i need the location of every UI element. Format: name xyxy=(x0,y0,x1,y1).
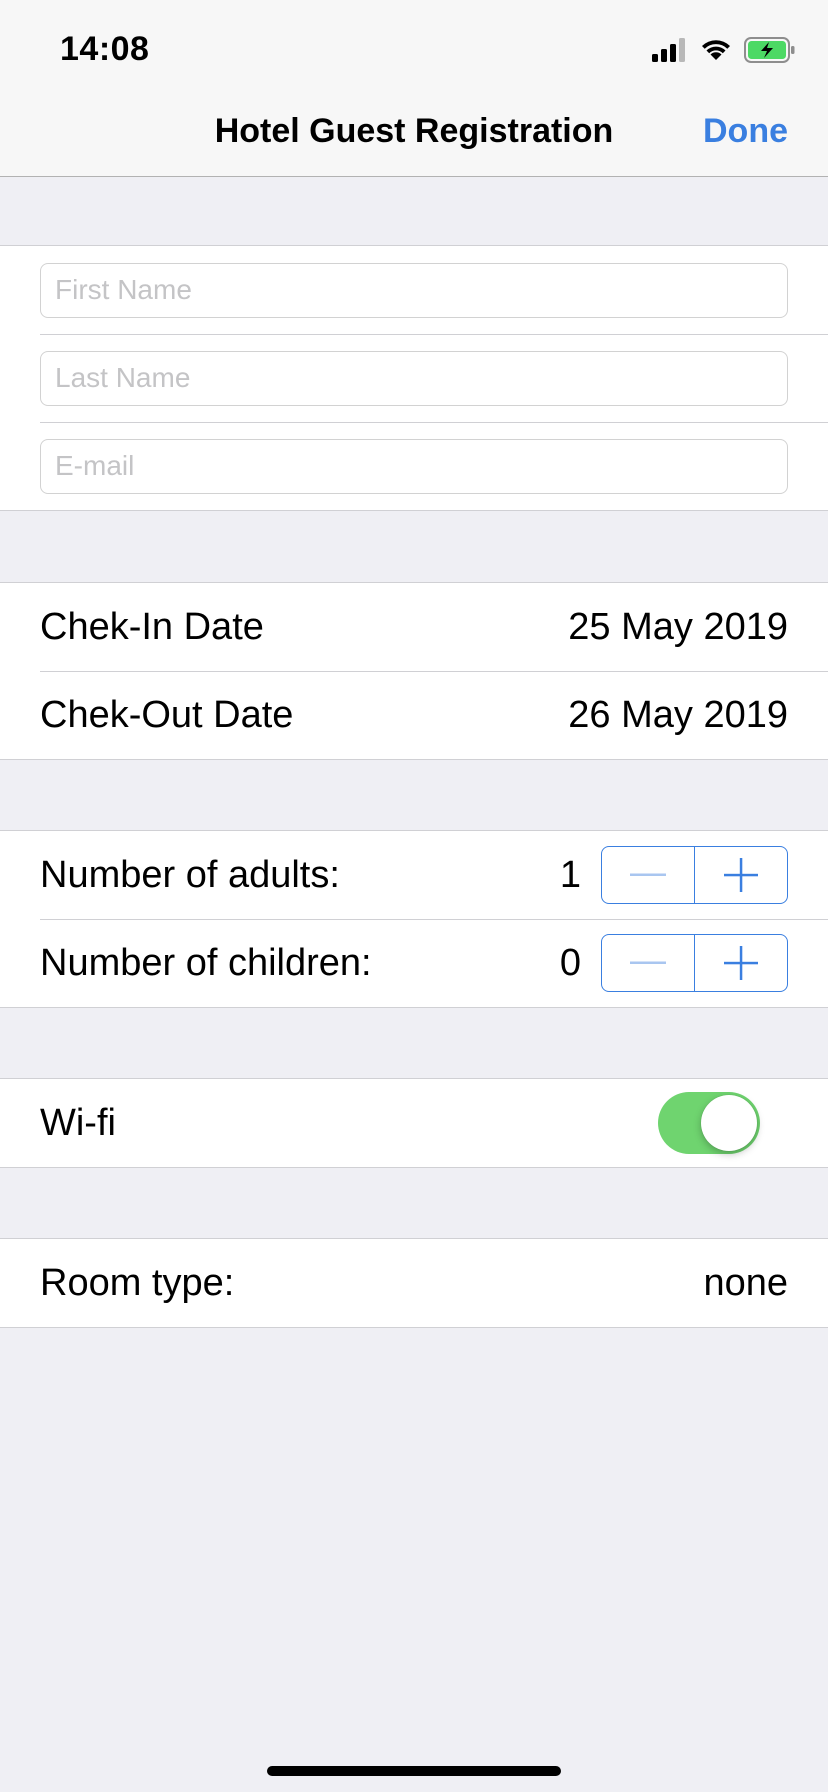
last-name-field[interactable] xyxy=(40,350,788,406)
check-out-row[interactable]: Chek-Out Date 26 May 2019 xyxy=(0,671,828,759)
adults-row: Number of adults: 1 xyxy=(0,831,828,919)
status-bar: 14:08 xyxy=(0,0,828,92)
check-in-value: 25 May 2019 xyxy=(568,605,788,648)
first-name-field[interactable] xyxy=(40,262,788,318)
battery-charging-icon xyxy=(744,37,795,63)
room-type-value: none xyxy=(703,1261,788,1304)
first-name-row xyxy=(0,246,828,334)
wifi-label: Wi-fi xyxy=(40,1101,116,1144)
done-button[interactable]: Done xyxy=(703,112,788,151)
home-indicator[interactable] xyxy=(267,1766,561,1776)
children-count: 0 xyxy=(559,941,581,984)
wifi-icon xyxy=(702,40,730,60)
screen: 14:08 Hotel Guest Registration Done Firs… xyxy=(0,0,828,1792)
adults-count: 1 xyxy=(559,853,581,896)
status-time: 14:08 xyxy=(60,30,150,68)
check-out-value: 26 May 2019 xyxy=(568,693,788,736)
email-row xyxy=(0,422,828,510)
navigation-bar: Hotel Guest Registration Done xyxy=(0,92,828,177)
last-name-row xyxy=(0,334,828,422)
status-icons xyxy=(652,36,796,64)
room-type-row[interactable]: Room type: none xyxy=(0,1239,828,1327)
minus-icon xyxy=(630,873,666,876)
children-row: Number of children: 0 xyxy=(0,919,828,1007)
dates-section: Chek-In Date 25 May 2019 Chek-Out Date 2… xyxy=(0,582,828,760)
room-type-label: Room type: xyxy=(40,1261,235,1304)
minus-icon xyxy=(630,961,666,964)
signal-icon xyxy=(652,38,685,62)
page-title-text: Hotel Guest Registration xyxy=(214,112,614,150)
adults-decrement-button[interactable] xyxy=(602,847,694,903)
plus-icon xyxy=(724,946,758,980)
adults-stepper xyxy=(601,846,788,904)
adults-increment-button[interactable] xyxy=(694,847,787,903)
children-stepper xyxy=(601,934,788,992)
email-field[interactable] xyxy=(40,438,788,494)
check-out-label: Chek-Out Date xyxy=(40,693,294,736)
check-in-label: Chek-In Date xyxy=(40,605,264,648)
children-increment-button[interactable] xyxy=(694,935,787,991)
children-decrement-button[interactable] xyxy=(602,935,694,991)
children-label: Number of children: xyxy=(40,941,372,984)
room-type-section: Room type: none xyxy=(0,1238,828,1328)
wifi-section: Wi-fi xyxy=(0,1078,828,1168)
wifi-row: Wi-fi xyxy=(0,1079,828,1167)
wifi-toggle[interactable] xyxy=(658,1092,760,1154)
check-in-row[interactable]: Chek-In Date 25 May 2019 xyxy=(0,583,828,671)
plus-icon xyxy=(724,858,758,892)
guest-info-section xyxy=(0,245,828,511)
toggle-knob xyxy=(701,1095,757,1151)
guest-count-section: Number of adults: 1 Number of children: … xyxy=(0,830,828,1008)
adults-label: Number of adults: xyxy=(40,853,340,896)
